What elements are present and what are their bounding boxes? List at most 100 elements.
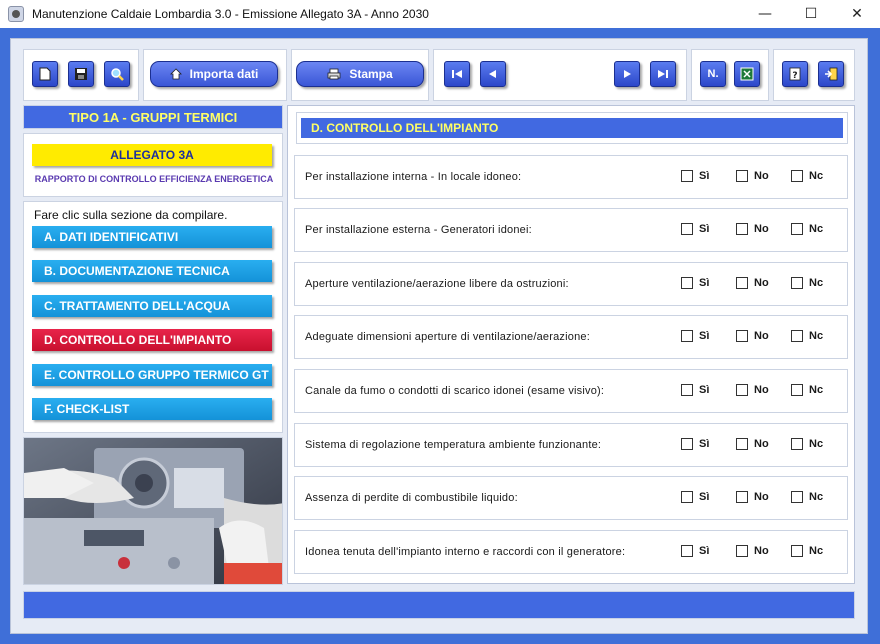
option-no[interactable]: No [736,277,769,289]
section-c-button[interactable]: C. TRATTAMENTO DELL'ACQUA [32,295,272,317]
checkbox-no[interactable] [736,277,748,289]
checkbox-si[interactable] [681,438,693,450]
option-nc[interactable]: Nc [791,170,823,182]
option-si[interactable]: Sì [681,545,709,557]
option-nc-label: Nc [809,545,824,557]
search-button[interactable] [104,61,130,87]
option-si-label: Sì [699,384,710,396]
section-b-button[interactable]: B. DOCUMENTAZIONE TECNICA [32,260,272,282]
section-e-button[interactable]: E. CONTROLLO GRUPPO TERMICO GT [32,364,272,386]
checkbox-nc[interactable] [791,330,803,342]
option-nc[interactable]: Nc [791,330,823,342]
tipo-title: TIPO 1A - GRUPPI TERMICI [23,105,283,129]
section-header-box: D. CONTROLLO DELL'IMPIANTO [296,112,848,144]
maximize-button[interactable]: ☐ [788,0,834,28]
option-si[interactable]: Sì [681,438,709,450]
option-si[interactable]: Sì [681,223,709,235]
search-icon [111,68,124,81]
checkbox-si[interactable] [681,277,693,289]
option-nc[interactable]: Nc [791,384,823,396]
close-button[interactable]: ✕ [834,0,880,28]
check-row-label: Adeguate dimensioni aperture di ventilaz… [305,331,590,343]
numbering-button[interactable]: N. [700,61,726,87]
option-no[interactable]: No [736,545,769,557]
option-si[interactable]: Sì [681,330,709,342]
checkbox-nc[interactable] [791,545,803,557]
checkbox-no[interactable] [736,545,748,557]
checkbox-nc[interactable] [791,384,803,396]
new-document-button[interactable] [32,61,58,87]
option-si-label: Sì [699,491,710,503]
option-nc[interactable]: Nc [791,223,823,235]
checkbox-nc[interactable] [791,170,803,182]
option-no[interactable]: No [736,491,769,503]
checkbox-nc[interactable] [791,223,803,235]
option-no[interactable]: No [736,438,769,450]
window-title: Manutenzione Caldaie Lombardia 3.0 - Emi… [32,7,429,21]
checkbox-nc[interactable] [791,491,803,503]
option-si[interactable]: Sì [681,170,709,182]
checkbox-si[interactable] [681,170,693,182]
option-nc[interactable]: Nc [791,491,823,503]
checkbox-no[interactable] [736,330,748,342]
checkbox-no[interactable] [736,223,748,235]
option-no[interactable]: No [736,330,769,342]
next-record-button[interactable] [614,61,640,87]
option-no[interactable]: No [736,223,769,235]
boiler-photo [23,437,283,585]
help-button[interactable]: ? [782,61,808,87]
excel-export-button[interactable] [734,61,760,87]
section-d-button[interactable]: D. CONTROLLO DELL'IMPIANTO [32,329,272,351]
option-si[interactable]: Sì [681,491,709,503]
option-si[interactable]: Sì [681,277,709,289]
section-f-button[interactable]: F. CHECK-LIST [32,398,272,420]
option-no-label: No [754,545,769,557]
option-nc[interactable]: Nc [791,545,823,557]
option-nc[interactable]: Nc [791,277,823,289]
minimize-button[interactable]: — [742,0,788,28]
check-row-label: Per installazione interna - In locale id… [305,171,522,183]
option-nc-label: Nc [809,223,824,235]
printer-icon [327,68,341,80]
save-button[interactable] [68,61,94,87]
toolbar-print-group: Stampa [291,49,429,101]
option-si-label: Sì [699,277,710,289]
check-row-label: Canale da fumo o condotti di scarico ido… [305,385,605,397]
option-no-label: No [754,277,769,289]
checkbox-si[interactable] [681,545,693,557]
import-data-button[interactable]: Importa dati [150,61,278,87]
checkbox-si[interactable] [681,330,693,342]
check-row-label: Sistema di regolazione temperatura ambie… [305,439,602,451]
last-record-button[interactable] [650,61,676,87]
checkbox-no[interactable] [736,170,748,182]
checkbox-no[interactable] [736,491,748,503]
checkbox-nc[interactable] [791,438,803,450]
previous-record-button[interactable] [480,61,506,87]
toolbar-file-group [23,49,139,101]
checkbox-si[interactable] [681,223,693,235]
checkbox-no[interactable] [736,438,748,450]
option-no[interactable]: No [736,384,769,396]
exit-button[interactable] [818,61,844,87]
option-no[interactable]: No [736,170,769,182]
first-record-button[interactable] [444,61,470,87]
option-si-label: Sì [699,438,710,450]
option-nc[interactable]: Nc [791,438,823,450]
check-row: Aperture ventilazione/aerazione libere d… [294,262,848,306]
check-row-label: Aperture ventilazione/aerazione libere d… [305,278,569,290]
checkbox-nc[interactable] [791,277,803,289]
option-nc-label: Nc [809,491,824,503]
option-si[interactable]: Sì [681,384,709,396]
home-icon [169,68,182,80]
print-button[interactable]: Stampa [296,61,424,87]
option-no-label: No [754,330,769,342]
section-a-button[interactable]: A. DATI IDENTIFICATIVI [32,226,272,248]
option-si-label: Sì [699,545,710,557]
checkbox-si[interactable] [681,491,693,503]
svg-text:?: ? [792,71,797,81]
check-row: Per installazione interna - In locale id… [294,155,848,199]
allegato-button[interactable]: ALLEGATO 3A [32,144,272,166]
toolbar-import-group: Importa dati [143,49,287,101]
checkbox-no[interactable] [736,384,748,396]
checkbox-si[interactable] [681,384,693,396]
